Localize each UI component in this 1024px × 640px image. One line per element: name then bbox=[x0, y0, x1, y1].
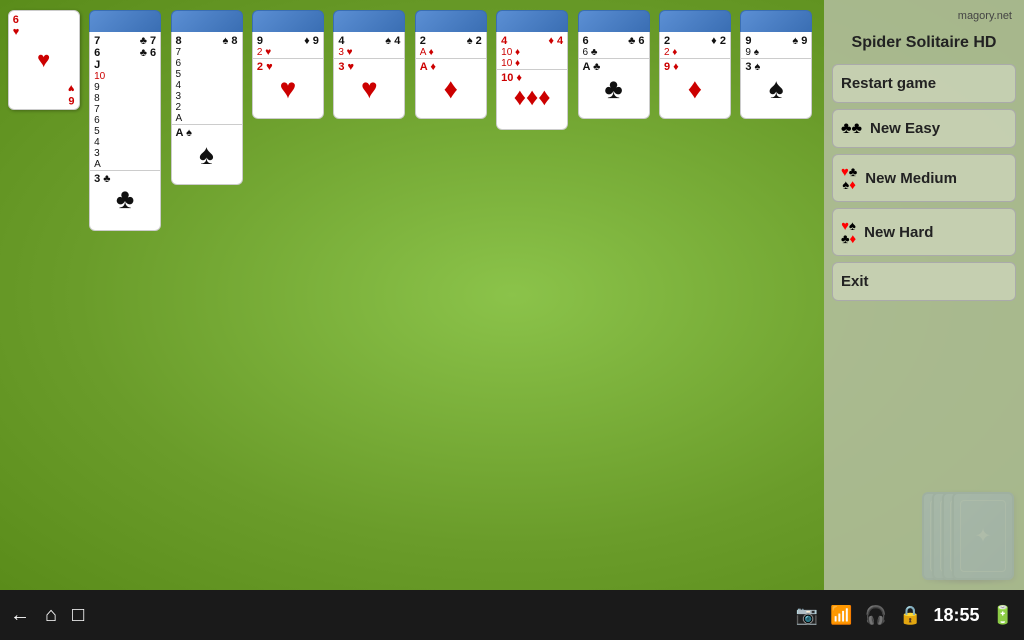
card-column-4: 9♦ 9 2 ♥ 2 ♥ ♥ bbox=[249, 10, 326, 119]
new-hard-label: New Hard bbox=[864, 224, 933, 241]
taskbar: ← ⌂ □ 📷 📶 🎧 🔒 18:55 🔋 bbox=[0, 590, 1024, 640]
card-column-5: 4♠ 4 3 ♥ 3 ♥ ♥ bbox=[331, 10, 408, 119]
card-column-3: 8♠ 8 7 6 5 4 3 2 A A ♠ ♠ bbox=[168, 10, 245, 185]
home-button[interactable]: ⌂ bbox=[45, 604, 57, 627]
back-button[interactable]: ← bbox=[10, 604, 30, 627]
cards-area: 6♥ ♥ 6♥ 7♣ 7 6♣ 6 J 10 9 8 7 6 bbox=[0, 0, 820, 590]
taskbar-right: 📷 📶 🎧 🔒 18:55 🔋 bbox=[796, 605, 1014, 626]
card-rank-suit-bot: 6♥ bbox=[68, 82, 75, 106]
new-hard-button[interactable]: ♥♠ ♣♦ New Hard bbox=[832, 208, 1016, 256]
new-medium-label: New Medium bbox=[865, 170, 957, 187]
card-last[interactable]: 3 ♥ ♥ bbox=[333, 59, 405, 119]
restart-button[interactable]: Restart game bbox=[832, 64, 1016, 103]
card-column-8: 6♣ 6 6 ♣ A ♣ ♣ bbox=[575, 10, 652, 119]
medium-suit-icon: ♥♣ ♠♦ bbox=[841, 165, 857, 191]
card-column-9: 2♦ 2 2 ♦ 9 ♦ ♦ bbox=[656, 10, 733, 119]
card-column-10: 9♠ 9 9 ♠ 3 ♠ ♠ bbox=[738, 10, 815, 119]
card-last[interactable]: A ♣ ♣ bbox=[578, 59, 650, 119]
card-last[interactable]: 2 ♥ ♥ bbox=[252, 59, 324, 119]
game-area: 6♥ ♥ 6♥ 7♣ 7 6♣ 6 J 10 9 8 7 6 bbox=[0, 0, 1024, 590]
wifi-icon: 📶 bbox=[830, 605, 852, 626]
card[interactable]: 6♥ ♥ 6♥ bbox=[8, 10, 80, 110]
exit-button[interactable]: Exit bbox=[832, 262, 1016, 301]
new-easy-button[interactable]: ♣♣ New Easy bbox=[832, 109, 1016, 148]
headphone-icon: 🎧 bbox=[865, 605, 887, 626]
stacked-cards: 7♣ 7 6♣ 6 J 10 9 8 7 6 5 4 3 A bbox=[89, 32, 161, 171]
card-center-suit: ♥ bbox=[37, 47, 50, 73]
card-column-7: 4♦ 4 10 ♦ 10 ♦ 10 ♦ ♦♦♦ bbox=[493, 10, 570, 130]
hard-suit-icon: ♥♠ ♣♦ bbox=[841, 219, 856, 245]
card-last[interactable]: 3 ♣ ♣ bbox=[89, 171, 161, 231]
game-title: Spider Solitaire HD bbox=[832, 32, 1016, 58]
card-column-1: 6♥ ♥ 6♥ bbox=[5, 10, 82, 110]
lock-icon: 🔒 bbox=[899, 605, 921, 626]
new-medium-button[interactable]: ♥♣ ♠♦ New Medium bbox=[832, 154, 1016, 202]
card-last[interactable]: 3 ♠ ♠ bbox=[740, 59, 812, 119]
exit-label: Exit bbox=[841, 273, 869, 290]
card-last[interactable]: 10 ♦ ♦♦♦ bbox=[496, 70, 568, 130]
easy-suit-icon: ♣♣ bbox=[841, 121, 862, 137]
clock: 18:55 bbox=[934, 605, 980, 626]
card-rank-suit: 6♥ bbox=[13, 14, 20, 38]
new-easy-label: New Easy bbox=[870, 120, 940, 137]
card-last[interactable]: 9 ♦ ♦ bbox=[659, 59, 731, 119]
card-column-6: 2♠ 2 A ♦ A ♦ ♦ bbox=[412, 10, 489, 119]
screenshot-icon: 📷 bbox=[796, 605, 818, 626]
battery-icon: 🔋 bbox=[992, 605, 1014, 626]
restart-label: Restart game bbox=[841, 75, 936, 92]
card-back-top bbox=[89, 10, 161, 32]
card-last[interactable]: A ♦ ♦ bbox=[415, 59, 487, 119]
card-column-2: 7♣ 7 6♣ 6 J 10 9 8 7 6 5 4 3 A 3 ♣ ♣ bbox=[86, 10, 163, 231]
sidebar: magory.net Spider Solitaire HD Restart g… bbox=[824, 0, 1024, 590]
site-name: magory.net bbox=[832, 8, 1016, 26]
recent-apps-button[interactable]: □ bbox=[72, 604, 84, 627]
card-last[interactable]: A ♠ ♠ bbox=[171, 125, 243, 185]
card-back-top bbox=[171, 10, 243, 32]
